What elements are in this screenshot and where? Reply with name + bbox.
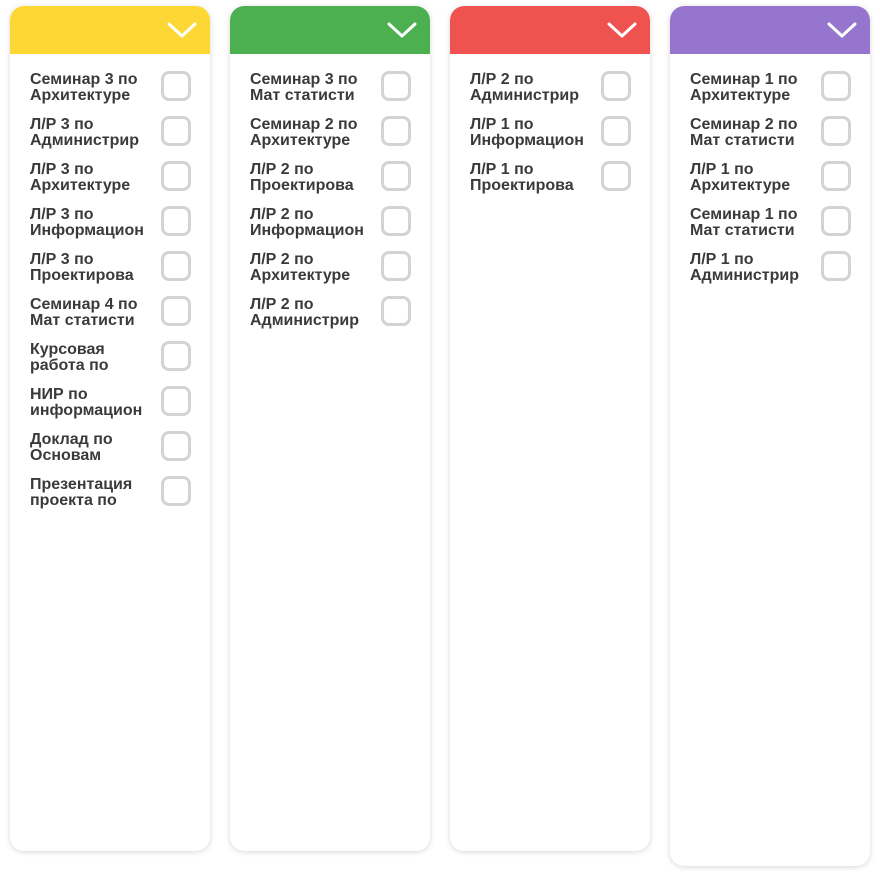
task-label: Презентация проекта по (30, 477, 133, 509)
column-collapse-button[interactable] (386, 18, 418, 42)
task-list: Семинар 3 по Мат статисти Семинар 2 по А… (230, 54, 430, 342)
task-checkbox[interactable] (821, 116, 851, 146)
task-item: Л/Р 1 по Администрир (670, 251, 870, 297)
task-label: Л/Р 2 по Архитектуре (250, 252, 351, 284)
task-item: Л/Р 2 по Администрир (450, 71, 650, 117)
task-item: Л/Р 2 по Администрир (230, 296, 430, 342)
task-label: НИР по информацион (30, 387, 143, 419)
column-header (450, 6, 650, 54)
task-item: Курсовая работа по (10, 341, 210, 387)
task-label: Семинар 1 по Архитектуре (690, 72, 798, 104)
task-label: Л/Р 1 по Администрир (690, 252, 799, 284)
task-checkbox[interactable] (161, 251, 191, 281)
task-label: Семинар 4 по Мат статисти (30, 297, 138, 329)
task-checkbox[interactable] (161, 476, 191, 506)
task-item: Л/Р 3 по Архитектуре (10, 161, 210, 207)
task-checkbox[interactable] (821, 161, 851, 191)
task-checkbox[interactable] (381, 296, 411, 326)
task-label: Л/Р 2 по Администрир (470, 72, 579, 104)
task-label: Л/Р 1 по Архитектуре (690, 162, 791, 194)
task-label: Доклад по Основам (30, 432, 113, 464)
task-label: Л/Р 1 по Информацион (470, 117, 584, 149)
task-item: Семинар 1 по Мат статисти (670, 206, 870, 252)
task-checkbox[interactable] (601, 71, 631, 101)
task-item: Семинар 3 по Мат статисти (230, 71, 430, 117)
task-list: Семинар 3 по Архитектуре Л/Р 3 по Админи… (10, 54, 210, 522)
chevron-down-icon (827, 22, 857, 38)
task-label: Семинар 1 по Мат статисти (690, 207, 798, 239)
chevron-down-icon (387, 22, 417, 38)
column-collapse-button[interactable] (826, 18, 858, 42)
task-item: НИР по информацион (10, 386, 210, 432)
chevron-down-icon (167, 22, 197, 38)
column-green: Семинар 3 по Мат статисти Семинар 2 по А… (230, 6, 430, 851)
task-checkbox[interactable] (601, 116, 631, 146)
task-item: Доклад по Основам (10, 431, 210, 477)
task-label: Курсовая работа по (30, 342, 109, 374)
task-checkbox[interactable] (381, 71, 411, 101)
task-item: Л/Р 2 по Информацион (230, 206, 430, 252)
task-checkbox[interactable] (821, 71, 851, 101)
task-item: Семинар 4 по Мат статисти (10, 296, 210, 342)
task-item: Презентация проекта по (10, 476, 210, 522)
chevron-down-icon (607, 22, 637, 38)
task-checkbox[interactable] (381, 251, 411, 281)
task-item: Семинар 2 по Мат статисти (670, 116, 870, 162)
kanban-board: Семинар 3 по Архитектуре Л/Р 3 по Админи… (0, 0, 880, 881)
task-label: Л/Р 2 по Администрир (250, 297, 359, 329)
task-label: Семинар 2 по Архитектуре (250, 117, 358, 149)
column-collapse-button[interactable] (166, 18, 198, 42)
task-label: Л/Р 1 по Проектирова (470, 162, 574, 194)
task-item: Л/Р 3 по Администрир (10, 116, 210, 162)
column-collapse-button[interactable] (606, 18, 638, 42)
task-checkbox[interactable] (161, 206, 191, 236)
task-checkbox[interactable] (161, 161, 191, 191)
column-header (230, 6, 430, 54)
task-checkbox[interactable] (381, 206, 411, 236)
task-checkbox[interactable] (601, 161, 631, 191)
task-checkbox[interactable] (161, 296, 191, 326)
task-checkbox[interactable] (821, 251, 851, 281)
task-list: Л/Р 2 по Администрир Л/Р 1 по Информацио… (450, 54, 650, 207)
task-label: Семинар 3 по Мат статисти (250, 72, 358, 104)
task-checkbox[interactable] (161, 71, 191, 101)
task-label: Л/Р 3 по Архитектуре (30, 162, 131, 194)
task-item: Л/Р 1 по Проектирова (450, 161, 650, 207)
task-checkbox[interactable] (821, 206, 851, 236)
task-item: Семинар 3 по Архитектуре (10, 71, 210, 117)
task-item: Л/Р 2 по Архитектуре (230, 251, 430, 297)
task-checkbox[interactable] (381, 116, 411, 146)
column-header (10, 6, 210, 54)
task-checkbox[interactable] (381, 161, 411, 191)
task-checkbox[interactable] (161, 341, 191, 371)
task-item: Л/Р 2 по Проектирова (230, 161, 430, 207)
task-checkbox[interactable] (161, 116, 191, 146)
task-item: Л/Р 3 по Информацион (10, 206, 210, 252)
task-label: Семинар 3 по Архитектуре (30, 72, 138, 104)
task-label: Л/Р 2 по Информацион (250, 207, 364, 239)
task-item: Семинар 2 по Архитектуре (230, 116, 430, 162)
task-checkbox[interactable] (161, 431, 191, 461)
task-checkbox[interactable] (161, 386, 191, 416)
column-red: Л/Р 2 по Администрир Л/Р 1 по Информацио… (450, 6, 650, 851)
task-label: Семинар 2 по Мат статисти (690, 117, 798, 149)
task-label: Л/Р 3 по Проектирова (30, 252, 134, 284)
task-item: Л/Р 3 по Проектирова (10, 251, 210, 297)
column-yellow: Семинар 3 по Архитектуре Л/Р 3 по Админи… (10, 6, 210, 851)
task-item: Семинар 1 по Архитектуре (670, 71, 870, 117)
task-label: Л/Р 3 по Информацион (30, 207, 144, 239)
task-label: Л/Р 2 по Проектирова (250, 162, 354, 194)
task-list: Семинар 1 по Архитектуре Семинар 2 по Ма… (670, 54, 870, 297)
column-purple: Семинар 1 по Архитектуре Семинар 2 по Ма… (670, 6, 870, 866)
task-item: Л/Р 1 по Архитектуре (670, 161, 870, 207)
column-header (670, 6, 870, 54)
task-item: Л/Р 1 по Информацион (450, 116, 650, 162)
task-label: Л/Р 3 по Администрир (30, 117, 139, 149)
